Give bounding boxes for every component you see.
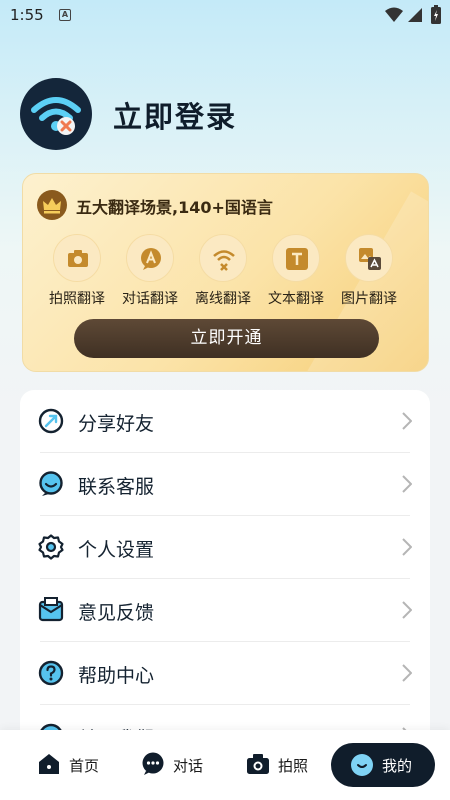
signal-icon — [408, 8, 422, 22]
image-translate-icon — [359, 248, 381, 270]
menu-item-customer-service[interactable]: 联系客服 — [20, 453, 430, 516]
feature-image-translate[interactable]: 图片翻译 — [333, 234, 405, 308]
menu-list: 分享好友 联系客服 个人设置 意见反馈 帮助中心 关于我们 — [20, 390, 430, 750]
feedback-icon — [38, 597, 64, 622]
offline-wifi-icon — [213, 250, 235, 271]
feature-label: 拍照翻译 — [49, 291, 105, 307]
battery-icon — [431, 5, 441, 24]
login-link[interactable]: 立即登录 — [113, 94, 237, 136]
feature-label: 图片翻译 — [341, 291, 397, 307]
nav-label: 拍照 — [278, 757, 309, 775]
nav-label: 对话 — [173, 757, 204, 775]
feature-photo-translate[interactable]: 拍照翻译 — [41, 234, 113, 308]
chevron-right-icon — [402, 664, 412, 682]
profile-icon — [351, 754, 373, 776]
open-vip-button[interactable]: 立即开通 — [74, 319, 379, 358]
menu-item-settings[interactable]: 个人设置 — [20, 516, 430, 579]
chevron-right-icon — [402, 475, 412, 493]
crown-icon — [37, 190, 67, 220]
feature-offline-translate[interactable]: 离线翻译 — [187, 234, 259, 308]
customer-service-icon — [39, 471, 63, 496]
feature-label: 文本翻译 — [268, 291, 324, 307]
menu-item-label: 个人设置 — [78, 539, 155, 561]
vip-card: 五大翻译场景,140+国语言 拍照翻译 对话翻译 离线翻译 文本翻译 图片翻译 … — [22, 173, 429, 372]
notification-badge-icon: A — [59, 9, 71, 21]
help-icon — [38, 660, 64, 686]
menu-item-help[interactable]: 帮助中心 — [20, 642, 430, 705]
chat-icon — [142, 752, 164, 775]
home-icon — [39, 754, 59, 774]
nav-label: 首页 — [69, 757, 100, 775]
menu-item-share[interactable]: 分享好友 — [20, 390, 430, 453]
nav-chat[interactable]: 对话 — [141, 750, 211, 780]
vip-headline: 五大翻译场景,140+国语言 — [76, 198, 273, 217]
chevron-right-icon — [402, 601, 412, 619]
chevron-right-icon — [402, 538, 412, 556]
chat-a-icon — [141, 248, 161, 270]
menu-item-label: 分享好友 — [78, 413, 155, 435]
nav-camera[interactable]: 拍照 — [246, 750, 316, 780]
status-bar: 1:55 A — [0, 0, 450, 32]
feature-text-translate[interactable]: 文本翻译 — [260, 234, 332, 308]
camera-icon — [247, 754, 269, 774]
nav-mine[interactable]: 我的 — [331, 743, 435, 787]
menu-item-label: 帮助中心 — [78, 665, 155, 687]
status-time: 1:55 — [10, 6, 44, 24]
chevron-right-icon — [402, 412, 412, 430]
nav-home[interactable]: 首页 — [37, 750, 107, 780]
text-t-icon — [286, 248, 308, 270]
settings-icon — [38, 534, 64, 560]
menu-item-feedback[interactable]: 意见反馈 — [20, 579, 430, 642]
wifi-logo-icon — [31, 97, 81, 135]
wifi-status-icon — [385, 7, 403, 22]
avatar[interactable] — [20, 78, 92, 150]
camera-icon — [68, 250, 88, 267]
feature-label: 离线翻译 — [195, 291, 251, 307]
feature-label: 对话翻译 — [122, 291, 178, 307]
menu-item-label: 意见反馈 — [78, 602, 155, 624]
feature-dialog-translate[interactable]: 对话翻译 — [114, 234, 186, 308]
bottom-nav: 首页 对话 拍照 我的 — [0, 730, 450, 800]
share-icon — [38, 408, 64, 434]
menu-item-label: 联系客服 — [78, 476, 155, 498]
nav-label: 我的 — [382, 757, 413, 775]
